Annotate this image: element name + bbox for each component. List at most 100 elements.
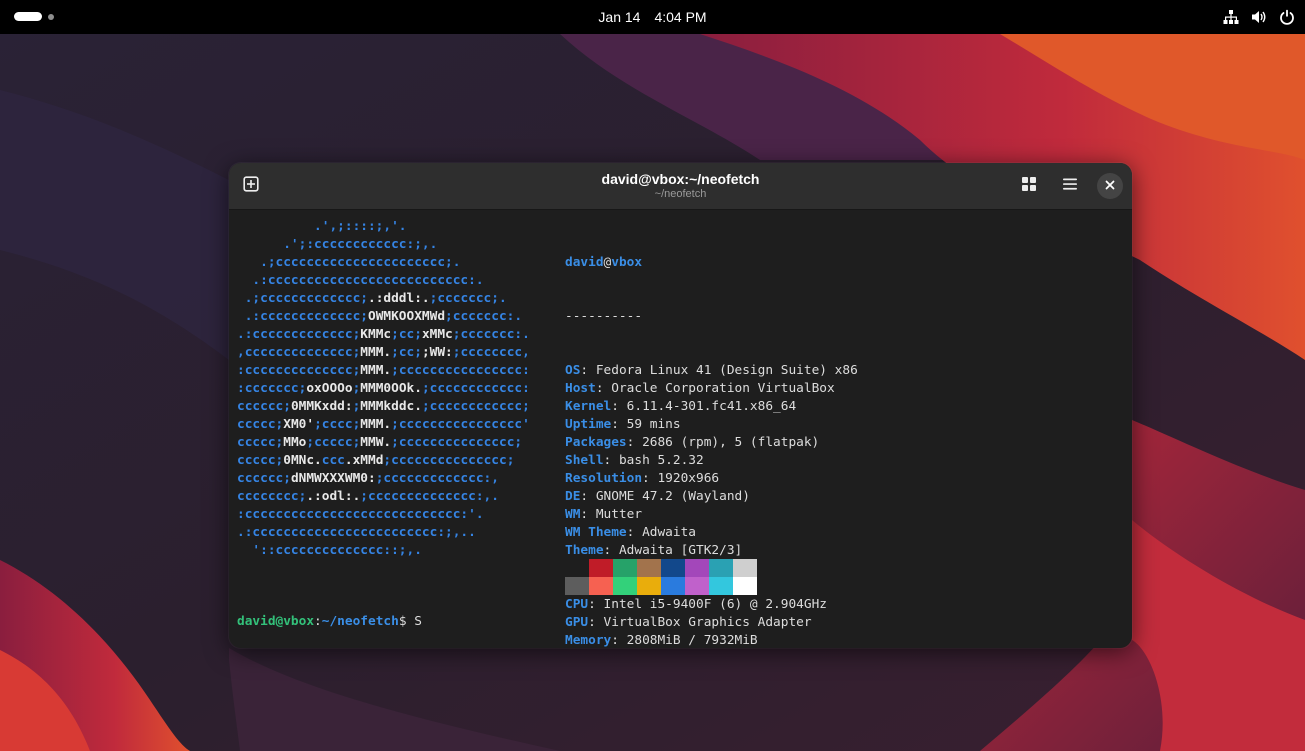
color-swatch	[637, 577, 661, 595]
logo-segment: 0MMKxdd:	[290, 399, 353, 414]
main-menu-button[interactable]	[1056, 172, 1084, 200]
logo-segment: ,cccccccccccccc;	[237, 345, 361, 360]
color-swatch	[709, 559, 733, 577]
logo-line: .:cccccccccccccccccccccccc:;,..	[237, 524, 530, 542]
info-value: 2808MiB / 7932MiB	[626, 633, 758, 648]
info-row: WM: Mutter	[565, 506, 858, 524]
logo-segment: xMMc	[421, 327, 453, 342]
window-title: david@vbox:~/neofetch	[601, 171, 760, 187]
logo-segment: ;ccccccccccccccc;	[391, 435, 523, 450]
logo-segment: cccccccc;	[237, 489, 307, 504]
logo-segment: MMM0OOk.	[360, 381, 422, 396]
logo-line: cccccccc;.:odl:.;cccccccccccccc:,.	[237, 488, 530, 506]
color-swatch	[661, 577, 685, 595]
clock-date[interactable]: Jan 14	[598, 9, 640, 25]
color-swatch	[589, 559, 613, 577]
logo-segment: OWMKOOXMWd	[367, 309, 446, 324]
info-row: DE: GNOME 47.2 (Wayland)	[565, 488, 858, 506]
info-value: Intel i5-9400F (6) @ 2.904GHz	[603, 597, 827, 612]
logo-line: .';:cccccccccccc:;,.	[237, 236, 530, 254]
logo-line: .:ccccccccccccc;OWMKOOXMWd;ccccccc:.	[237, 308, 530, 326]
logo-segment: '::cccccccccccccc::;,.	[237, 543, 422, 558]
top-bar: Jan 14 4:04 PM	[0, 0, 1305, 34]
info-colon: :	[603, 453, 619, 468]
info-row: Theme: Adwaita [GTK2/3]	[565, 542, 858, 560]
logo-segment: ;cccccccccccc:	[421, 381, 530, 396]
logo-segment: ;ccccc;	[306, 435, 361, 450]
shell-prompt[interactable]: david@vbox:~/neofetch$ S	[237, 613, 422, 631]
clock-time[interactable]: 4:04 PM	[654, 9, 706, 25]
info-colon: :	[603, 543, 619, 558]
tab-overview-icon	[1021, 176, 1037, 197]
color-swatch	[733, 559, 757, 577]
logo-segment: XM0'	[283, 417, 315, 432]
close-window-button[interactable]	[1097, 173, 1123, 199]
info-colon: :	[626, 525, 643, 540]
color-swatch	[565, 559, 589, 577]
info-label: CPU	[565, 597, 589, 612]
prompt-symbol: $	[398, 614, 415, 629]
logo-segment: 0MNc.	[283, 453, 322, 468]
info-label: Shell	[565, 453, 604, 468]
logo-segment: .:cccccccccccccccccccccccc:;,..	[237, 525, 476, 540]
info-colon: :	[595, 381, 612, 396]
info-label: Host	[565, 381, 596, 396]
logo-segment: ;ccccccc:.	[445, 309, 523, 324]
logo-segment: cccccc;	[237, 399, 291, 414]
color-swatch	[709, 577, 733, 595]
prompt-colon: :	[314, 614, 322, 629]
color-palette	[565, 559, 757, 595]
info-value: Fedora Linux 41 (Design Suite) x86	[595, 363, 858, 378]
info-row: CPU: Intel i5-9400F (6) @ 2.904GHz	[565, 596, 858, 614]
system-tray[interactable]	[1223, 9, 1295, 25]
workspace-indicator-active[interactable]	[14, 12, 42, 21]
info-value: GNOME 47.2 (Wayland)	[595, 489, 750, 504]
logo-segment: MMM.	[360, 345, 392, 360]
activities-button[interactable]	[14, 12, 54, 21]
info-colon: :	[588, 615, 604, 630]
user-host-line: david@vbox	[565, 254, 858, 272]
info-colon: :	[588, 597, 604, 612]
terminal-output[interactable]: .',;::::;,'. .';:cccccccccccc:;,. .;cccc…	[229, 210, 1132, 648]
tab-overview-button[interactable]	[1015, 172, 1043, 200]
hamburger-menu-icon	[1062, 176, 1078, 197]
workspace-indicator[interactable]	[48, 13, 54, 20]
color-swatch	[733, 577, 757, 595]
power-icon[interactable]	[1279, 9, 1295, 25]
info-row: WM Theme: Adwaita	[565, 524, 858, 542]
logo-segment: ;cccccccccccc;	[421, 399, 530, 414]
volume-icon[interactable]	[1251, 9, 1267, 25]
info-row: Kernel: 6.11.4-301.fc41.x86_64	[565, 398, 858, 416]
info-label: Kernel	[565, 399, 612, 414]
info-label: Resolution	[565, 471, 643, 486]
logo-segment: ccccc;	[237, 453, 284, 468]
info-colon: :	[611, 417, 627, 432]
logo-segment: MMM.	[360, 363, 392, 378]
network-wired-icon[interactable]	[1223, 9, 1239, 25]
logo-line: :ccccccc;oxOOOo;MMM0OOk.;cccccccccccc:	[237, 380, 530, 398]
info-row: OS: Fedora Linux 41 (Design Suite) x86	[565, 362, 858, 380]
logo-segment: ;WW:	[421, 345, 453, 360]
logo-line: .:cccccccccccccccccccccccccc:.	[237, 272, 530, 290]
prompt-input[interactable]: S	[414, 614, 422, 629]
color-swatch	[637, 559, 661, 577]
color-swatch	[661, 559, 685, 577]
info-label: Uptime	[565, 417, 612, 432]
terminal-headerbar[interactable]: david@vbox:~/neofetch ~/neofetch	[229, 163, 1132, 210]
info-colon: :	[611, 399, 627, 414]
logo-segment: .:odl:.	[306, 489, 361, 504]
logo-line: .;cccccccccccccccccccccc;.	[237, 254, 530, 272]
info-row: GPU: VirtualBox Graphics Adapter	[565, 614, 858, 632]
clock: Jan 14 4:04 PM	[0, 9, 1305, 25]
color-swatch	[565, 577, 589, 595]
color-swatch	[685, 559, 709, 577]
info-label: WM	[565, 507, 581, 522]
info-row: Resolution: 1920x966	[565, 470, 858, 488]
window-subtitle: ~/neofetch	[654, 188, 707, 200]
info-rows: OS: Fedora Linux 41 (Design Suite) x86 Ho…	[565, 362, 858, 648]
logo-segment: ;cccccccccccccccc'	[391, 417, 530, 432]
logo-line: .;ccccccccccccc;.:dddl:.;ccccccc;.	[237, 290, 530, 308]
logo-segment: cccccc;	[237, 471, 291, 486]
terminal-window[interactable]: david@vbox:~/neofetch ~/neofetch .',;:::…	[229, 163, 1132, 648]
info-host: vbox	[611, 255, 643, 270]
